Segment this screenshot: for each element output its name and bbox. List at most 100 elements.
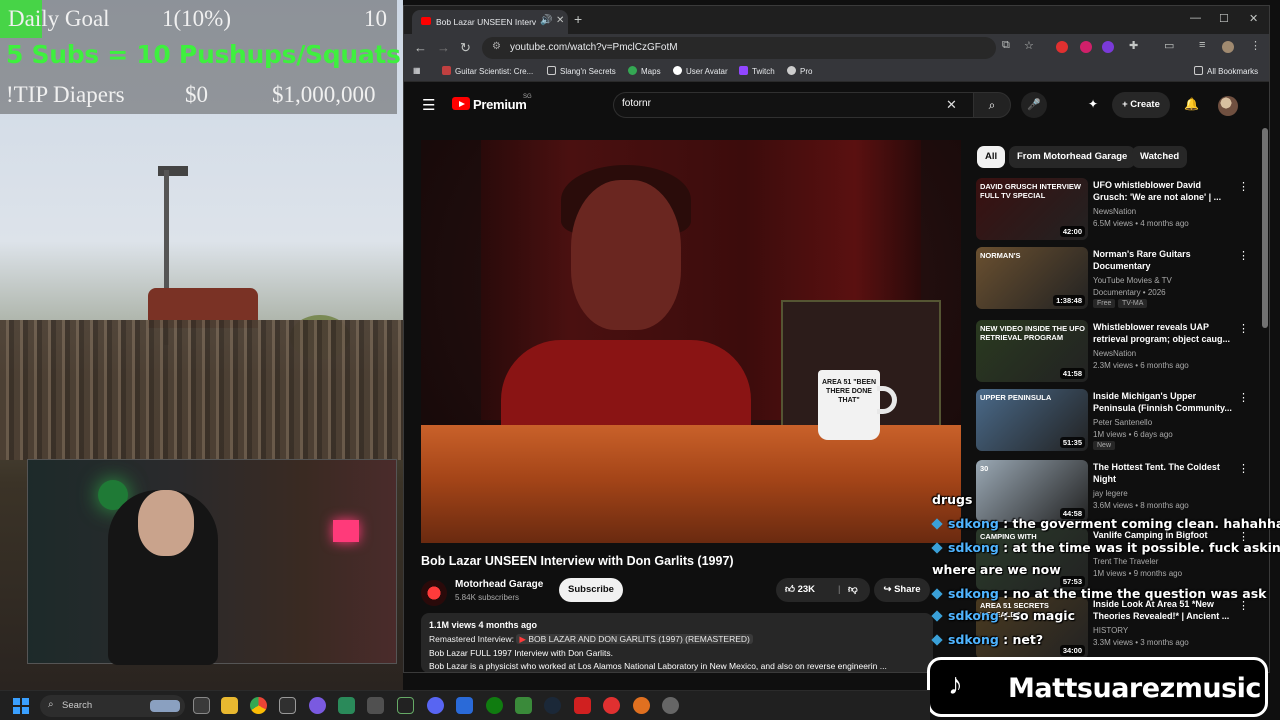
search-field[interactable] xyxy=(613,92,973,118)
file-explorer-icon[interactable] xyxy=(221,697,238,714)
recommended-video[interactable]: NEW VIDEO INSIDE THE UFO RETRIEVAL PROGR… xyxy=(976,320,1266,384)
account-avatar[interactable] xyxy=(1218,96,1238,116)
recommended-title[interactable]: UFO whistleblower David Grusch: 'We are … xyxy=(1093,179,1235,203)
recommended-video[interactable]: AREA 51 SECRETS REVEALED 34:00 Inside Look… xyxy=(976,597,1266,661)
chip-from-channel[interactable]: From Motorhead Garage xyxy=(1009,146,1136,168)
speaker-icon[interactable]: 🔊 xyxy=(540,15,552,26)
description-box[interactable]: 1.1M views 4 months ago Remastered Inter… xyxy=(421,613,933,672)
chip-watched[interactable]: Watched xyxy=(1132,146,1188,168)
search-button[interactable]: ⌕ xyxy=(973,92,1011,118)
more-options-icon[interactable]: ⋮ xyxy=(1238,391,1249,404)
recommended-channel[interactable]: Peter Santenello xyxy=(1093,418,1152,427)
extension-purple-icon[interactable] xyxy=(1102,41,1114,53)
search-input[interactable] xyxy=(622,98,942,109)
recommended-title[interactable]: Inside Michigan's Upper Peninsula (Finni… xyxy=(1093,390,1235,414)
browser-menu-icon[interactable]: ⋮ xyxy=(1250,39,1261,52)
close-window-icon[interactable]: ✕ xyxy=(1249,12,1258,25)
site-info-icon[interactable]: ⚙ xyxy=(492,41,501,52)
more-options-icon[interactable]: ⋮ xyxy=(1238,322,1249,335)
youtube-brand[interactable]: Premium xyxy=(473,97,527,112)
notifications-bell-icon[interactable]: 🔔 xyxy=(1184,97,1199,111)
clear-search-icon[interactable]: ✕ xyxy=(946,97,957,113)
chrome-icon[interactable] xyxy=(250,697,267,714)
extensions-puzzle-icon[interactable]: ✚ xyxy=(1129,39,1138,52)
new-tab-icon[interactable]: + xyxy=(574,11,582,27)
video-player[interactable]: AREA 51 "BEEN THERE DONE THAT" xyxy=(421,140,961,543)
task-view-icon[interactable] xyxy=(193,697,210,714)
profile-icon[interactable] xyxy=(1222,41,1234,53)
recommended-channel[interactable]: NewsNation xyxy=(1093,349,1136,358)
extension-abp-icon[interactable] xyxy=(1056,41,1068,53)
video-thumbnail[interactable]: DAVID GRUSCH INTERVIEW FULL TV SPECIAL 42… xyxy=(976,178,1088,240)
bookmark-pro[interactable]: Pro xyxy=(787,66,812,76)
maximize-icon[interactable]: ☐ xyxy=(1219,12,1229,25)
app-icon-10[interactable] xyxy=(662,697,679,714)
create-button[interactable]: + Create xyxy=(1112,92,1170,118)
app-icon-6[interactable] xyxy=(456,697,473,714)
recommended-video[interactable]: CAMPING WITH 57:53 Vanlife Camping in Bigf… xyxy=(976,528,1266,592)
subscribe-button[interactable]: Subscribe xyxy=(559,578,623,602)
recommended-video[interactable]: DAVID GRUSCH INTERVIEW FULL TV SPECIAL 42… xyxy=(976,178,1266,242)
extension-red-icon[interactable] xyxy=(1080,41,1092,53)
more-options-icon[interactable]: ⋮ xyxy=(1238,462,1249,475)
recommended-channel[interactable]: YouTube Movies & TV xyxy=(1093,276,1172,285)
video-thumbnail[interactable]: AREA 51 SECRETS REVEALED 34:00 xyxy=(976,597,1088,659)
forward-icon[interactable]: → xyxy=(437,40,450,55)
dislike-button[interactable]: 👎︎ xyxy=(848,578,858,602)
video-thumbnail[interactable]: UPPER PENINSULA 51:35 xyxy=(976,389,1088,451)
bookmark-slangn-secrets[interactable]: Slang'n Secrets xyxy=(547,66,616,76)
video-thumbnail[interactable]: 30 44:58 xyxy=(976,460,1088,522)
chip-all[interactable]: All xyxy=(977,146,1006,168)
channel-name[interactable]: Motorhead Garage xyxy=(455,579,543,590)
bookmark-guitar-scientist[interactable]: Guitar Scientist: Cre... xyxy=(442,66,533,76)
ai-sparkle-icon[interactable]: ✦ xyxy=(1088,97,1098,111)
hamburger-menu-icon[interactable]: ☰ xyxy=(422,96,435,114)
side-panel-icon[interactable]: ▭ xyxy=(1164,39,1174,52)
bookmark-maps[interactable]: Maps xyxy=(628,66,661,76)
recommended-title[interactable]: Whistleblower reveals UAP retrieval prog… xyxy=(1093,321,1235,345)
address-bar[interactable]: ⚙ youtube.com/watch?v=PmclCzGFotM xyxy=(482,37,996,59)
youtube-logo-icon[interactable] xyxy=(452,97,470,110)
recommended-title[interactable]: Norman's Rare Guitars Documentary xyxy=(1093,248,1235,272)
more-options-icon[interactable]: ⋮ xyxy=(1238,180,1249,193)
app-icon-4[interactable] xyxy=(367,697,384,714)
discord-icon[interactable] xyxy=(427,697,444,714)
video-thumbnail[interactable]: NEW VIDEO INSIDE THE UFO RETRIEVAL PROGR… xyxy=(976,320,1088,382)
share-button[interactable]: ↪ Share xyxy=(874,578,930,602)
app-icon-9[interactable] xyxy=(633,697,650,714)
back-icon[interactable]: ← xyxy=(414,40,427,55)
voice-search-button[interactable]: 🎤 xyxy=(1021,92,1047,118)
more-options-icon[interactable]: ⋮ xyxy=(1238,249,1249,262)
app-icon-8[interactable] xyxy=(603,697,620,714)
minimize-icon[interactable]: — xyxy=(1190,12,1201,24)
xbox-icon[interactable] xyxy=(486,697,503,714)
steam-icon[interactable] xyxy=(544,697,561,714)
like-button[interactable]: 👍︎ 23K xyxy=(785,578,815,602)
minecraft-icon[interactable] xyxy=(515,697,532,714)
video-thumbnail[interactable]: NORMAN'S 1:38:48 xyxy=(976,247,1088,309)
bookmark-user-avatar[interactable]: User Avatar xyxy=(673,66,728,76)
windows-start-icon[interactable] xyxy=(13,698,29,714)
bookmark-star-icon[interactable]: ☆ xyxy=(1024,39,1034,52)
tab-youtube[interactable]: Bob Lazar UNSEEN Intervie 🔊 ✕ xyxy=(412,10,568,34)
page-scrollbar[interactable] xyxy=(1262,128,1268,328)
recommended-channel[interactable]: NewsNation xyxy=(1093,207,1136,216)
all-bookmarks[interactable]: All Bookmarks xyxy=(1194,66,1258,76)
recommended-video[interactable]: NORMAN'S 1:38:48 Norman's Rare Guitars Doc… xyxy=(976,247,1266,311)
app-icon-7[interactable] xyxy=(574,697,591,714)
app-icon-2[interactable] xyxy=(309,697,326,714)
video-thumbnail[interactable]: CAMPING WITH 57:53 xyxy=(976,528,1088,590)
remastered-link[interactable]: ▶ BOB LAZAR AND DON GARLITS (1997) (REMA… xyxy=(516,634,753,644)
tab-close-icon[interactable]: ✕ xyxy=(556,15,564,26)
app-icon-1[interactable] xyxy=(279,697,296,714)
install-icon[interactable]: ⧉ xyxy=(1002,39,1010,52)
app-icon-5[interactable] xyxy=(397,697,414,714)
reload-icon[interactable]: ↻ xyxy=(460,40,471,56)
apps-grid-icon[interactable]: ▦ xyxy=(413,66,421,75)
bookmark-twitch[interactable]: Twitch xyxy=(739,66,775,76)
app-icon-3[interactable] xyxy=(338,697,355,714)
media-controls-icon[interactable]: ≡ xyxy=(1199,39,1205,51)
channel-avatar[interactable] xyxy=(421,580,447,606)
recommended-title[interactable]: The Hottest Tent. The Coldest Night xyxy=(1093,461,1235,485)
recommended-video[interactable]: UPPER PENINSULA 51:35 Inside Michigan's Up… xyxy=(976,389,1266,453)
